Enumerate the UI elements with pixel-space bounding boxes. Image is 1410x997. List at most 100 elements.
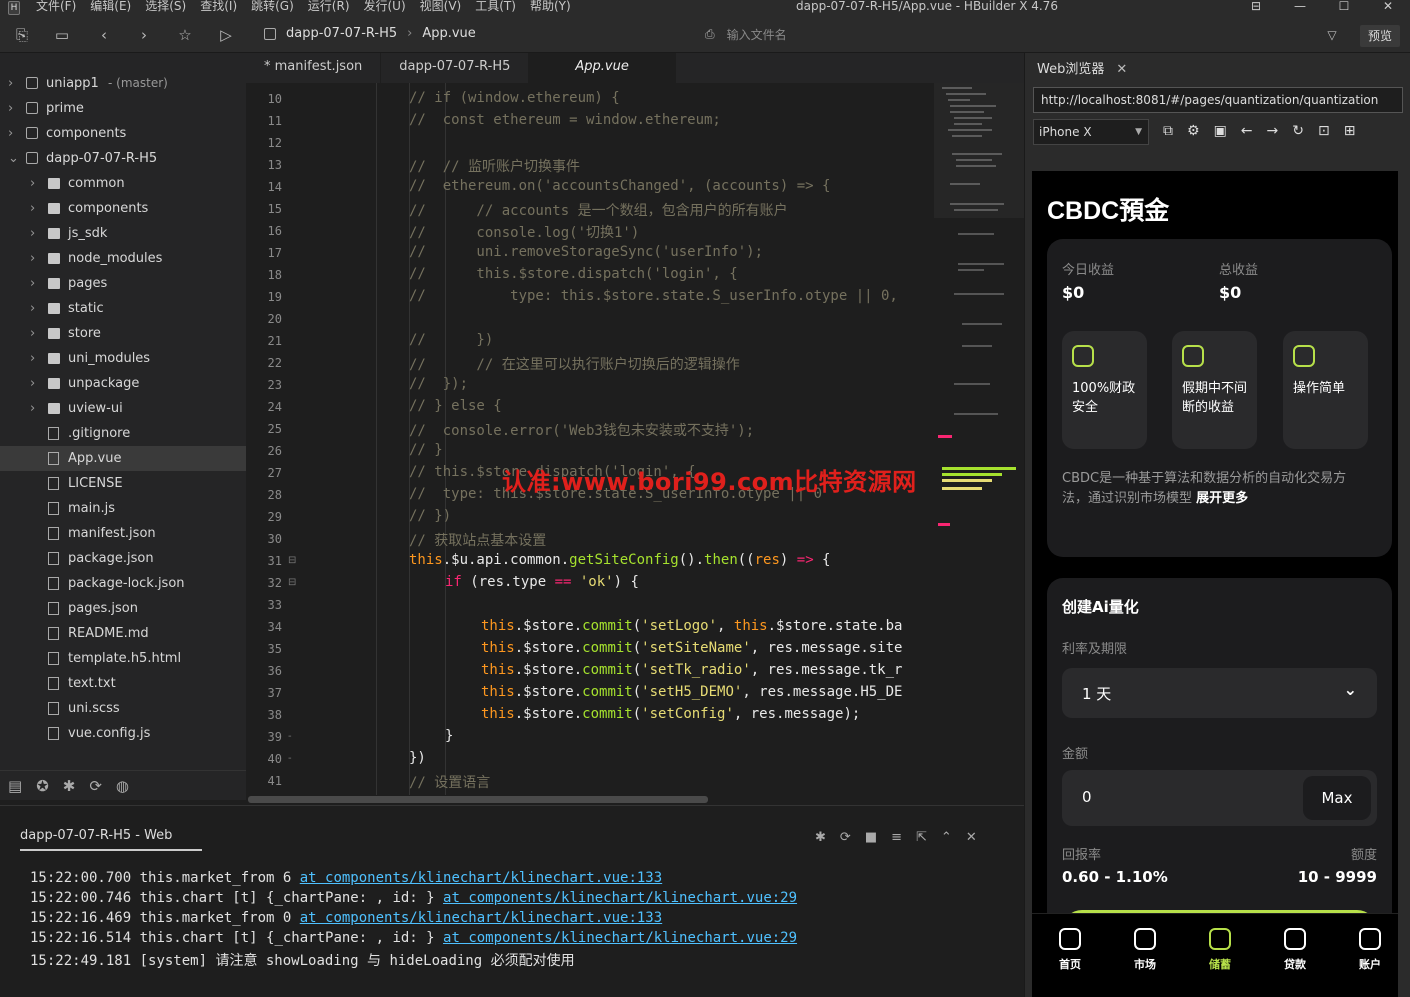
- tree-item-app-vue[interactable]: App.vue: [0, 446, 246, 471]
- forward-icon[interactable]: ›: [134, 25, 154, 45]
- amount-input[interactable]: 0 Max: [1062, 770, 1377, 826]
- feature-card-simple[interactable]: 操作简单: [1283, 331, 1368, 449]
- tree-item-template-h5-html[interactable]: template.h5.html: [0, 646, 246, 671]
- open-external-icon[interactable]: ⧉: [1163, 123, 1173, 139]
- code-editor[interactable]: 10 // if (window.ethereum) {11 // const et…: [246, 83, 934, 795]
- tree-item-pages[interactable]: › pages: [0, 271, 246, 296]
- expand-more-link[interactable]: 展开更多: [1196, 491, 1248, 506]
- stop-icon[interactable]: ■: [865, 830, 877, 845]
- qrcode-icon[interactable]: ⊞: [1344, 123, 1356, 139]
- device-select[interactable]: iPhone X ▼: [1033, 119, 1149, 145]
- filter-icon[interactable]: ≡: [891, 830, 902, 845]
- menu-item[interactable]: 工具(T): [475, 0, 516, 17]
- fold-marker-icon[interactable]: -: [288, 731, 292, 742]
- scroll-thumb[interactable]: [248, 796, 708, 803]
- editor-hscrollbar[interactable]: [246, 795, 1024, 805]
- tree-item-package-lock-json[interactable]: package-lock.json: [0, 571, 246, 596]
- chevron-right-icon[interactable]: ›: [30, 246, 35, 271]
- settings-icon[interactable]: ⚙: [1187, 123, 1200, 139]
- minimize-icon[interactable]: —: [1278, 0, 1322, 17]
- chevron-down-icon[interactable]: ⌄: [8, 146, 19, 171]
- minimap[interactable]: [934, 83, 1024, 795]
- tree-item-main-js[interactable]: main.js: [0, 496, 246, 521]
- breadcrumb-file[interactable]: App.vue: [422, 26, 475, 41]
- source-link[interactable]: at components/klinechart/klinechart.vue:…: [443, 890, 797, 906]
- devtools-icon[interactable]: ▣: [1214, 123, 1227, 139]
- tree-item-dapp-07-07-r-h5[interactable]: ⌄ dapp-07-07-R-H5: [0, 146, 246, 171]
- feature-card-income[interactable]: 假期中不间断的收益: [1172, 331, 1257, 449]
- chevron-right-icon[interactable]: ›: [8, 96, 13, 121]
- nav-item[interactable]: 市场: [1115, 928, 1175, 972]
- tree-item-js-sdk[interactable]: › js_sdk: [0, 221, 246, 246]
- chevron-right-icon[interactable]: ›: [8, 71, 13, 96]
- close-icon[interactable]: ✕: [1116, 62, 1127, 77]
- tree-item-unpackage[interactable]: › unpackage: [0, 371, 246, 396]
- nav-item[interactable]: 储蓄: [1190, 928, 1250, 972]
- explorer-icon[interactable]: ▤: [8, 777, 22, 795]
- tree-item-prime[interactable]: › prime: [0, 96, 246, 121]
- export-icon[interactable]: ⇱: [916, 830, 927, 845]
- globe-icon[interactable]: ◍: [116, 777, 129, 795]
- menu-item[interactable]: 查找(I): [200, 0, 237, 17]
- back-icon[interactable]: ‹: [94, 25, 114, 45]
- tree-item-uni-scss[interactable]: uni.scss: [0, 696, 246, 721]
- menu-item[interactable]: 发行(U): [364, 0, 406, 17]
- chevron-right-icon[interactable]: ›: [30, 346, 35, 371]
- nav-item[interactable]: 贷款: [1265, 928, 1325, 972]
- tree-item-components[interactable]: › components: [0, 121, 246, 146]
- breadcrumb-project[interactable]: dapp-07-07-R-H5: [286, 26, 397, 41]
- tree-item-vue-config-js[interactable]: vue.config.js: [0, 721, 246, 746]
- tree-item-manifest-json[interactable]: manifest.json: [0, 521, 246, 546]
- maximize-icon[interactable]: ☐: [1322, 0, 1366, 17]
- fold-marker-icon[interactable]: -: [288, 753, 292, 764]
- filter-icon[interactable]: ▽: [1322, 25, 1342, 45]
- chevron-right-icon[interactable]: ›: [30, 196, 35, 221]
- menu-item[interactable]: 跳转(G): [251, 0, 294, 17]
- nav-item[interactable]: 首页: [1040, 928, 1100, 972]
- menu-item[interactable]: 帮助(Y): [530, 0, 571, 17]
- preview-button[interactable]: 预览: [1360, 25, 1400, 47]
- menu-item[interactable]: 文件(F): [36, 0, 76, 17]
- nav-item[interactable]: 账户: [1340, 928, 1398, 972]
- menu-item[interactable]: 运行(R): [308, 0, 350, 17]
- menu-item[interactable]: 选择(S): [145, 0, 186, 17]
- term-select[interactable]: 1 天 ⌄: [1062, 668, 1377, 718]
- run-icon[interactable]: ▷: [216, 25, 236, 45]
- refresh-icon[interactable]: ↻: [1292, 123, 1304, 139]
- save-icon[interactable]: ▭: [52, 25, 72, 45]
- bug-icon[interactable]: ✱: [815, 830, 826, 845]
- debug-icon[interactable]: ✱: [63, 777, 76, 795]
- source-link[interactable]: at components/klinechart/klinechart.vue:…: [300, 910, 662, 926]
- new-file-icon[interactable]: ⎘: [12, 25, 32, 45]
- chevron-right-icon[interactable]: ›: [30, 221, 35, 246]
- source-link[interactable]: at components/klinechart/klinechart.vue:…: [300, 870, 662, 886]
- tree-item-store[interactable]: › store: [0, 321, 246, 346]
- tree-item-uni-modules[interactable]: › uni_modules: [0, 346, 246, 371]
- chevron-right-icon[interactable]: ›: [8, 121, 13, 146]
- tree-item-common[interactable]: › common: [0, 171, 246, 196]
- url-input[interactable]: http://localhost:8081/#/pages/quantizati…: [1033, 87, 1403, 113]
- max-button[interactable]: Max: [1303, 776, 1371, 820]
- chevron-right-icon[interactable]: ›: [30, 396, 35, 421]
- source-link[interactable]: at components/klinechart/klinechart.vue:…: [443, 930, 797, 946]
- chevron-right-icon[interactable]: ›: [30, 171, 35, 196]
- tree-item-node-modules[interactable]: › node_modules: [0, 246, 246, 271]
- tree-item-static[interactable]: › static: [0, 296, 246, 321]
- back-arrow-icon[interactable]: ←: [1241, 123, 1253, 139]
- bookmark-star-icon[interactable]: ☆: [175, 25, 195, 45]
- close-icon[interactable]: ✕: [1366, 0, 1410, 17]
- tree-item-components[interactable]: › components: [0, 196, 246, 221]
- editor-tab[interactable]: App.vue: [529, 53, 676, 83]
- feature-card-security[interactable]: 100%财政安全: [1062, 331, 1147, 449]
- plugin-icon[interactable]: ✪: [36, 777, 49, 795]
- fold-marker-icon[interactable]: ⊟: [288, 577, 296, 588]
- chevron-right-icon[interactable]: ›: [30, 371, 35, 396]
- forward-arrow-icon[interactable]: →: [1267, 123, 1279, 139]
- file-search-input[interactable]: ⎙ 输入文件名: [705, 26, 787, 43]
- chevron-right-icon[interactable]: ›: [30, 296, 35, 321]
- editor-tab[interactable]: dapp-07-07-R-H5: [381, 53, 530, 83]
- fold-marker-icon[interactable]: ⊟: [288, 555, 296, 566]
- chevron-right-icon[interactable]: ›: [30, 271, 35, 296]
- tree-item-license[interactable]: LICENSE: [0, 471, 246, 496]
- tree-item-readme-md[interactable]: README.md: [0, 621, 246, 646]
